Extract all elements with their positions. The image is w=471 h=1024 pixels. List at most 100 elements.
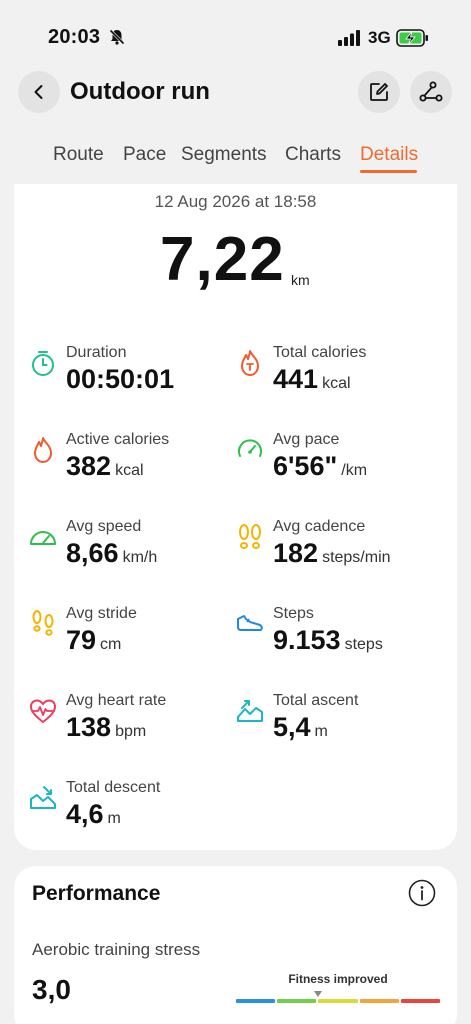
metric-label: Duration [66, 344, 127, 361]
stride-footprints-icon [28, 609, 58, 639]
metric-value: 138 [66, 712, 112, 742]
metric-value-line: 441 kcal [273, 364, 351, 395]
footprints-icon [235, 522, 265, 552]
signal-strength-icon [338, 30, 360, 46]
metric-value: 00:50:01 [66, 364, 175, 394]
metric-avg-heart-rate: Avg heart rate 138 bpm [28, 692, 228, 762]
metric-value: 9.153 [273, 625, 341, 655]
metric-unit: cm [100, 636, 122, 653]
metric-unit: steps [344, 636, 383, 653]
metric-duration: Duration 00:50:01 [28, 344, 228, 414]
tab-route[interactable]: Route [53, 144, 104, 166]
metric-steps: Steps 9.153 steps [235, 605, 435, 675]
back-button[interactable] [18, 71, 60, 113]
metric-value: 182 [273, 538, 319, 568]
chevron-left-icon [34, 85, 43, 99]
metric-label: Avg pace [273, 431, 340, 448]
metric-total-descent: Total descent 4,6 m [28, 779, 228, 849]
metric-label: Total calories [273, 344, 367, 361]
descent-icon [28, 783, 58, 813]
training-effect-scale [236, 999, 441, 1003]
route-button[interactable] [410, 71, 452, 113]
metric-value: 5,4 [273, 712, 311, 742]
network-type: 3G [368, 28, 391, 47]
status-bar: 20:03 3G [0, 0, 471, 76]
metric-active-calories: Active calories 382 kcal [28, 431, 228, 501]
heart-rate-icon [28, 696, 58, 726]
active-tab-indicator [360, 170, 417, 173]
metric-value-line: 79 cm [66, 625, 121, 656]
edit-icon [370, 83, 388, 101]
metric-value-line: 5,4 m [273, 712, 328, 743]
tab-charts[interactable]: Charts [285, 144, 341, 166]
metric-value: 4,6 [66, 799, 104, 829]
tab-pace[interactable]: Pace [123, 144, 166, 166]
muted-bell-icon [108, 28, 126, 46]
tab-segments[interactable]: Segments [181, 144, 267, 166]
route-icon [419, 81, 443, 102]
metric-unit: m [107, 810, 121, 827]
battery-charging-icon [396, 28, 430, 48]
training-stress-label: Aerobic training stress [32, 940, 201, 959]
tab-details[interactable]: Details [360, 144, 418, 166]
metric-value-line: 00:50:01 [66, 364, 174, 395]
distance-value: 7,22 [160, 225, 285, 294]
metric-label: Active calories [66, 431, 170, 448]
distance-unit: km [291, 272, 310, 288]
metric-value-line: 9.153 steps [273, 625, 383, 656]
metric-unit: kcal [115, 462, 144, 479]
metric-label: Total descent [66, 779, 161, 796]
scale-segment [359, 999, 399, 1003]
metric-label: Steps [273, 605, 314, 622]
performance-card: Performance Aerobic training stress 3,0 … [14, 866, 457, 1024]
metric-value-line: 182 steps/min [273, 538, 391, 569]
metric-avg-speed: Avg speed 8,66 km/h [28, 518, 228, 588]
metric-avg-cadence: Avg cadence 182 steps/min [235, 518, 435, 588]
training-stress-value: 3,0 [32, 974, 71, 1005]
metric-label: Avg stride [66, 605, 137, 622]
metric-label: Avg heart rate [66, 692, 167, 709]
summary-card: 12 Aug 2026 at 18:58 7,22 km Duration 00… [14, 184, 457, 850]
metric-value: 441 [273, 364, 319, 394]
total-calories-flame-icon [235, 348, 265, 378]
metric-unit: steps/min [322, 549, 391, 566]
metric-avg-stride: Avg stride 79 cm [28, 605, 228, 675]
metric-value-line: 382 kcal [66, 451, 144, 482]
metric-unit: kcal [322, 375, 351, 392]
metric-avg-pace: Avg pace 6'56"/km [235, 431, 435, 501]
metric-unit: km/h [122, 549, 158, 566]
fitness-status-label: Fitness improved [288, 972, 388, 986]
tab-bar: Route Pace Segments Charts Details [0, 140, 471, 176]
page-title: Outdoor run [70, 78, 210, 105]
metric-label: Total ascent [273, 692, 359, 709]
metric-value: 6'56" [273, 451, 338, 481]
performance-title: Performance [32, 882, 161, 905]
flame-icon [28, 435, 58, 465]
metric-unit: bpm [115, 723, 147, 740]
metric-label: Avg cadence [273, 518, 366, 535]
metric-value-line: 8,66 km/h [66, 538, 157, 569]
scale-segment [318, 999, 358, 1003]
ascent-icon [235, 696, 265, 726]
metric-value-line: 138 bpm [66, 712, 146, 743]
speedometer-icon [28, 522, 58, 552]
stopwatch-icon [28, 348, 58, 378]
edit-button[interactable] [358, 71, 400, 113]
workout-date: 12 Aug 2026 at 18:58 [154, 192, 317, 211]
scale-segment [236, 999, 276, 1003]
scale-segment [277, 999, 317, 1003]
metric-value-line: 6'56"/km [273, 451, 367, 482]
app-header: Outdoor run [0, 66, 471, 122]
metric-total-ascent: Total ascent 5,4 m [235, 692, 435, 762]
metric-value: 8,66 [66, 538, 119, 568]
metric-unit: m [314, 723, 328, 740]
metric-value: 382 [66, 451, 112, 481]
scale-segment [400, 999, 441, 1003]
metric-value: 79 [66, 625, 97, 655]
info-icon[interactable] [408, 879, 436, 907]
metric-unit: /km [341, 462, 368, 479]
status-time: 20:03 [48, 26, 101, 48]
metric-value-line: 4,6 m [66, 799, 121, 830]
shoe-icon [235, 609, 265, 639]
metric-label: Avg speed [66, 518, 142, 535]
